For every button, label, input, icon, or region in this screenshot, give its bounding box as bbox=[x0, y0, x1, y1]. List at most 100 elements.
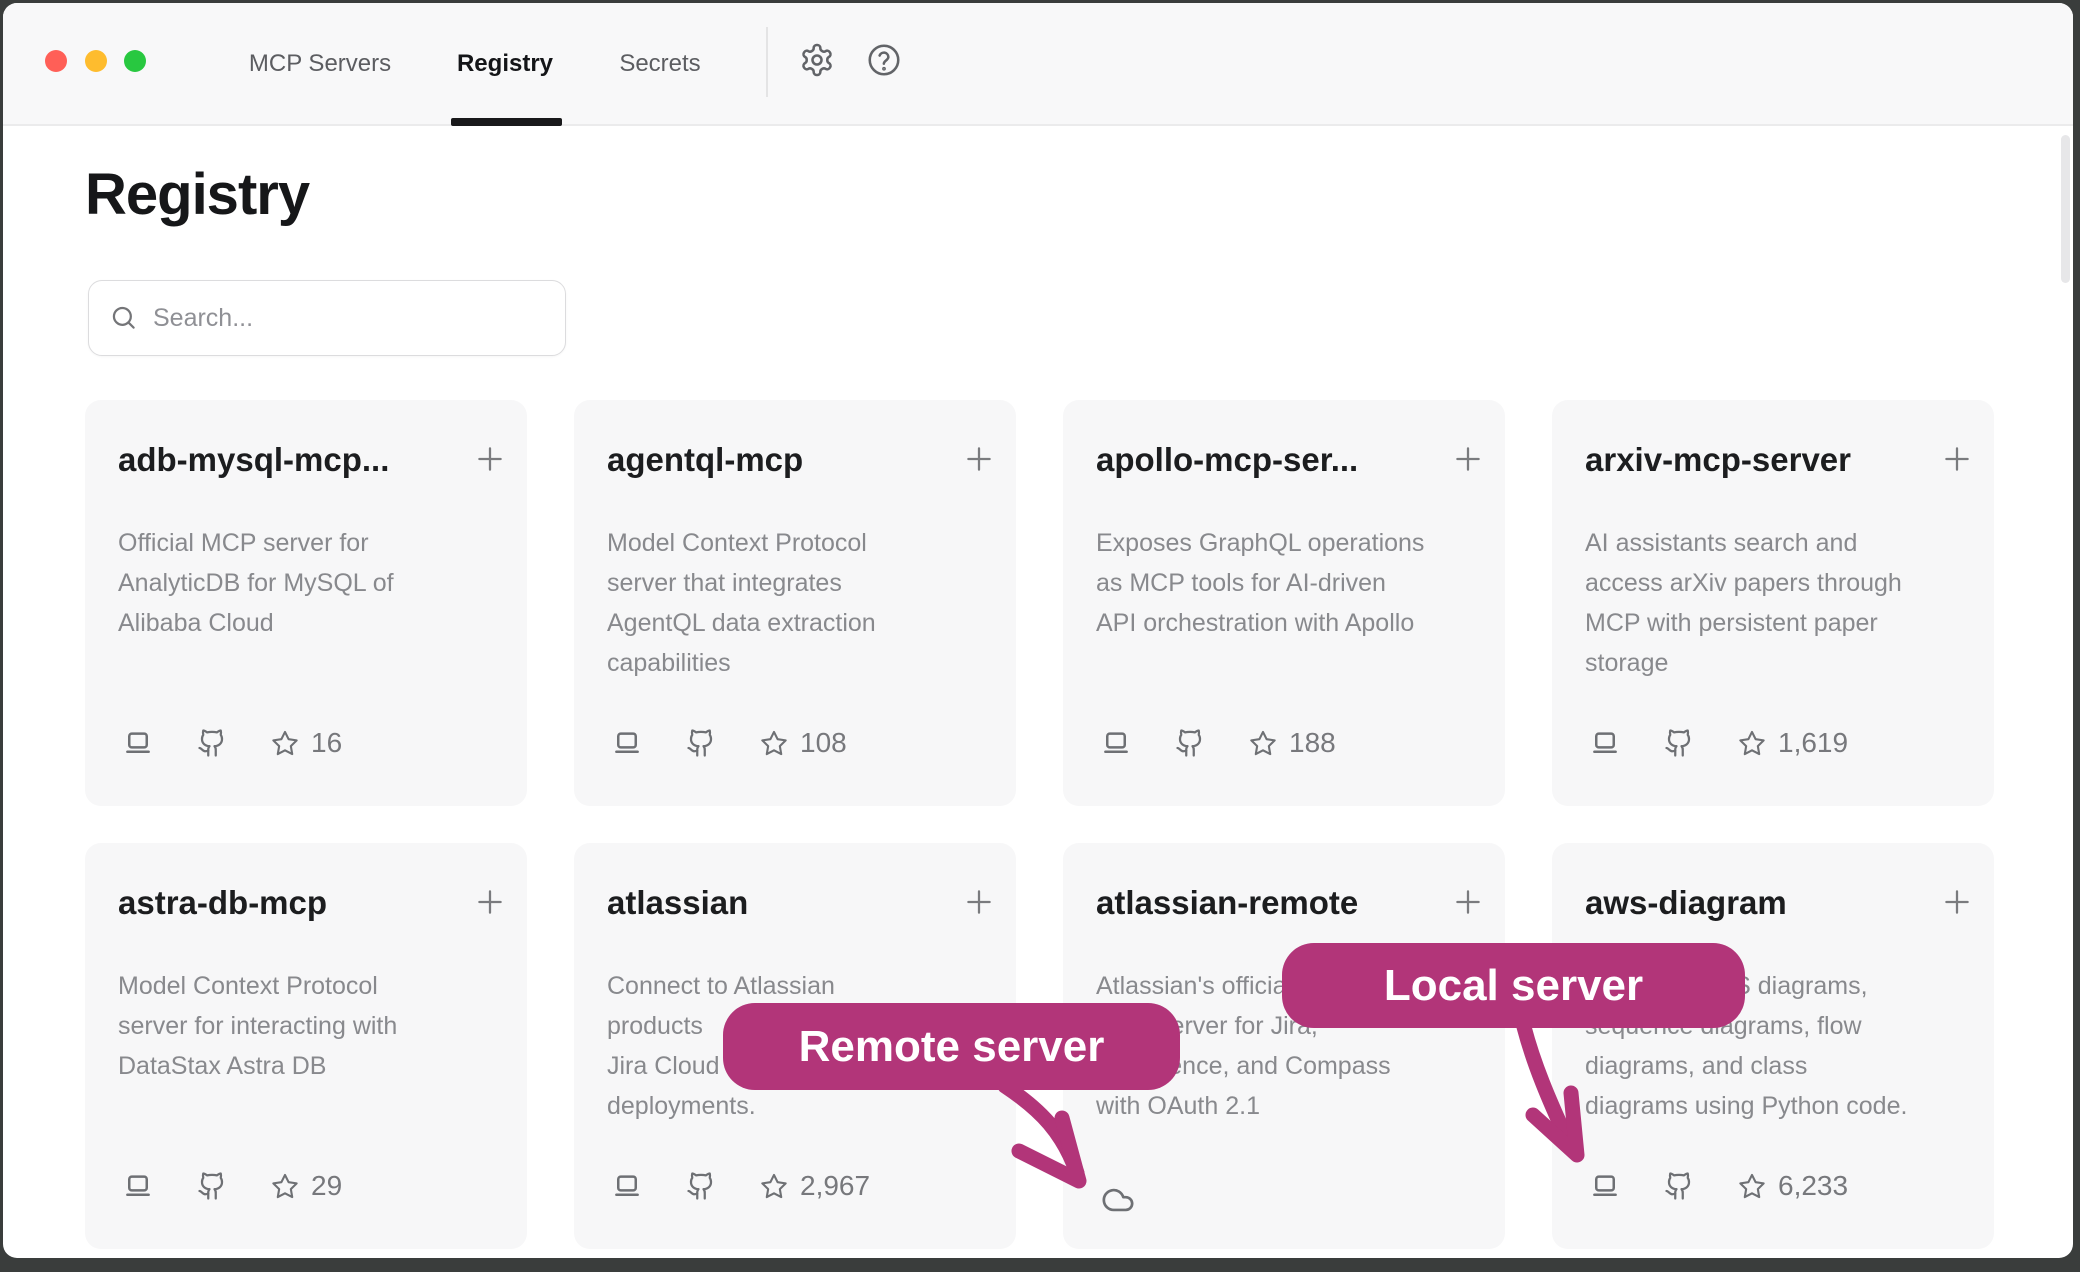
card-description: Exposes GraphQL operations as MCP tools … bbox=[1096, 523, 1476, 643]
star-icon bbox=[1249, 729, 1277, 757]
help-icon[interactable] bbox=[866, 42, 902, 78]
app-window: MCP Servers Registry Secrets Registry bbox=[3, 3, 2073, 1258]
card-footer: 6,233 bbox=[1590, 1171, 1848, 1201]
github-icon bbox=[1664, 728, 1694, 758]
add-server-button[interactable] bbox=[962, 885, 996, 919]
add-server-button[interactable] bbox=[1940, 885, 1974, 919]
server-card-arxiv-mcp-server: arxiv-mcp-server AI assistants search an… bbox=[1552, 400, 1994, 806]
add-server-button[interactable] bbox=[962, 442, 996, 476]
card-description-line: diagrams, and class bbox=[1585, 1046, 1965, 1086]
card-description-line: as MCP tools for AI-driven bbox=[1096, 563, 1476, 603]
star-count: 16 bbox=[271, 727, 342, 759]
card-description-line: AnalyticDB for MySQL of bbox=[118, 563, 498, 603]
card-title: aws-diagram bbox=[1585, 884, 1787, 922]
server-card-astra-db-mcp: astra-db-mcp Model Context Protocol serv… bbox=[85, 843, 527, 1249]
star-count: 29 bbox=[271, 1170, 342, 1202]
star-count: 188 bbox=[1249, 727, 1336, 759]
star-count-value: 2,967 bbox=[800, 1170, 870, 1202]
laptop-icon bbox=[123, 728, 153, 758]
add-server-button[interactable] bbox=[473, 885, 507, 919]
server-card-agentql-mcp: agentql-mcp Model Context Protocol serve… bbox=[574, 400, 1016, 806]
star-icon bbox=[271, 1172, 299, 1200]
traffic-light-close[interactable] bbox=[45, 50, 67, 72]
card-description: Official MCP server for AnalyticDB for M… bbox=[118, 523, 498, 643]
card-title: adb-mysql-mcp... bbox=[118, 441, 389, 479]
star-count-value: 108 bbox=[800, 727, 847, 759]
server-card-apollo-mcp-server: apollo-mcp-ser... Exposes GraphQL operat… bbox=[1063, 400, 1505, 806]
card-description-line: diagrams using Python code. bbox=[1585, 1086, 1965, 1126]
card-title: arxiv-mcp-server bbox=[1585, 441, 1851, 479]
card-title: astra-db-mcp bbox=[118, 884, 327, 922]
card-description-line: Connect to Atlassian bbox=[607, 966, 987, 1006]
card-description-line: Exposes GraphQL operations bbox=[1096, 523, 1476, 563]
card-title: apollo-mcp-ser... bbox=[1096, 441, 1358, 479]
card-description: Model Context Protocol server for intera… bbox=[118, 966, 498, 1086]
search-box bbox=[88, 280, 566, 356]
add-server-button[interactable] bbox=[1451, 442, 1485, 476]
star-count-value: 16 bbox=[311, 727, 342, 759]
card-description-line: AgentQL data extraction bbox=[607, 603, 987, 643]
card-description-line: API orchestration with Apollo bbox=[1096, 603, 1476, 643]
tab-secrets[interactable]: Secrets bbox=[619, 3, 700, 124]
card-footer: 29 bbox=[123, 1171, 342, 1201]
laptop-icon bbox=[123, 1171, 153, 1201]
card-description-line: deployments. bbox=[607, 1086, 987, 1126]
github-icon bbox=[1175, 728, 1205, 758]
card-footer: 2,967 bbox=[612, 1171, 870, 1201]
star-count-value: 6,233 bbox=[1778, 1170, 1848, 1202]
github-icon bbox=[686, 728, 716, 758]
card-footer: 1,619 bbox=[1590, 728, 1848, 758]
card-description-line: MCP with persistent paper bbox=[1585, 603, 1965, 643]
star-icon bbox=[1738, 729, 1766, 757]
star-icon bbox=[760, 1172, 788, 1200]
search-input[interactable] bbox=[89, 281, 565, 355]
cloud-icon bbox=[1101, 1183, 1135, 1217]
card-description-line: Model Context Protocol bbox=[118, 966, 498, 1006]
star-count: 1,619 bbox=[1738, 727, 1848, 759]
card-description: AI assistants search and access arXiv pa… bbox=[1585, 523, 1965, 683]
add-server-button[interactable] bbox=[1451, 885, 1485, 919]
traffic-light-minimize[interactable] bbox=[85, 50, 107, 72]
github-icon bbox=[686, 1171, 716, 1201]
card-footer: 108 bbox=[612, 728, 847, 758]
card-title: agentql-mcp bbox=[607, 441, 803, 479]
star-count-value: 1,619 bbox=[1778, 727, 1848, 759]
card-footer: 16 bbox=[123, 728, 342, 758]
add-server-button[interactable] bbox=[1940, 442, 1974, 476]
tab-mcp-servers[interactable]: MCP Servers bbox=[249, 3, 391, 124]
github-icon bbox=[1664, 1171, 1694, 1201]
header-divider bbox=[766, 27, 768, 97]
card-description: Model Context Protocol server that integ… bbox=[607, 523, 987, 683]
github-icon bbox=[197, 1171, 227, 1201]
settings-gear-icon[interactable] bbox=[799, 42, 835, 78]
add-server-button[interactable] bbox=[473, 442, 507, 476]
active-tab-indicator bbox=[451, 118, 562, 126]
remote-server-callout: Remote server bbox=[723, 1003, 1180, 1090]
local-server-callout: Local server bbox=[1282, 943, 1745, 1028]
card-description-line: DataStax Astra DB bbox=[118, 1046, 498, 1086]
card-description-line: access arXiv papers through bbox=[1585, 563, 1965, 603]
laptop-icon bbox=[612, 728, 642, 758]
card-description-line: storage bbox=[1585, 643, 1965, 683]
page-title: Registry bbox=[85, 161, 309, 228]
laptop-icon bbox=[1101, 728, 1131, 758]
vertical-scrollbar[interactable] bbox=[2061, 135, 2070, 283]
tab-registry[interactable]: Registry bbox=[457, 3, 553, 124]
star-count-value: 188 bbox=[1289, 727, 1336, 759]
star-count: 108 bbox=[760, 727, 847, 759]
card-description-line: with OAuth 2.1 bbox=[1096, 1086, 1476, 1126]
star-icon bbox=[760, 729, 788, 757]
card-title: atlassian bbox=[607, 884, 748, 922]
star-count-value: 29 bbox=[311, 1170, 342, 1202]
title-bar: MCP Servers Registry Secrets bbox=[3, 3, 2073, 126]
card-description-line: AI assistants search and bbox=[1585, 523, 1965, 563]
laptop-icon bbox=[1590, 1171, 1620, 1201]
github-icon bbox=[197, 728, 227, 758]
card-description-line: server that integrates bbox=[607, 563, 987, 603]
star-count: 2,967 bbox=[760, 1170, 870, 1202]
traffic-light-zoom[interactable] bbox=[124, 50, 146, 72]
card-title: atlassian-remote bbox=[1096, 884, 1358, 922]
card-description-line: capabilities bbox=[607, 643, 987, 683]
card-description-line: Alibaba Cloud bbox=[118, 603, 498, 643]
star-icon bbox=[1738, 1172, 1766, 1200]
